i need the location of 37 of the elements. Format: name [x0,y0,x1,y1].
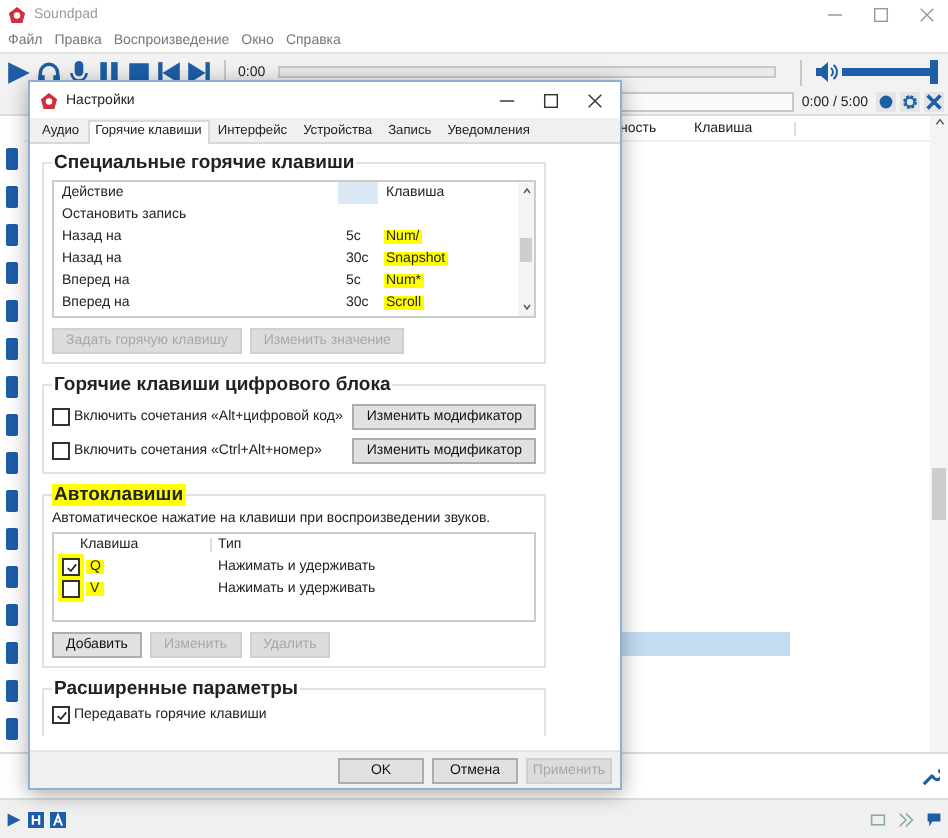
scrollbar[interactable] [518,182,534,316]
scrollbar[interactable] [930,116,948,752]
checkmark-icon [55,709,67,721]
checkbox[interactable] [62,580,80,598]
checkbox[interactable] [62,558,80,576]
a-key-icon[interactable] [50,811,66,827]
checkbox[interactable] [52,442,70,460]
close-button[interactable] [924,92,944,112]
scrollbar-thumb[interactable] [520,237,532,261]
play-icon[interactable] [6,811,22,827]
checkbox[interactable] [52,408,70,426]
section-title: Горячие клавиши цифрового блока [52,374,393,396]
close-icon[interactable] [586,91,604,109]
close-icon [926,94,942,110]
maximize-icon[interactable] [542,91,560,109]
settings-icon [902,94,918,110]
app-logo-icon [8,5,26,23]
record-icon [878,94,894,110]
section-title: Специальные горячие клавиши [52,152,357,174]
chevron-up-icon [933,116,945,128]
record-button[interactable] [876,92,896,112]
app-logo-icon [40,91,58,109]
chevron-up-icon [521,186,531,196]
section-title: Расширенные параметры [52,678,300,700]
section-title: Автоклавиши [52,484,186,506]
speaker-icon[interactable] [814,60,838,84]
scrollbar-thumb[interactable] [932,468,946,520]
settings-button[interactable] [900,92,920,112]
previous-icon[interactable] [156,59,182,85]
play-icon[interactable] [6,59,32,85]
chevron-down-icon [521,302,531,312]
checkmark-icon [65,561,77,573]
chat-icon[interactable] [926,811,942,827]
search-field[interactable] [617,92,794,112]
category-icons-drawing[interactable] [6,148,18,740]
h-key-icon[interactable] [28,811,44,827]
checkbox[interactable] [52,706,70,724]
